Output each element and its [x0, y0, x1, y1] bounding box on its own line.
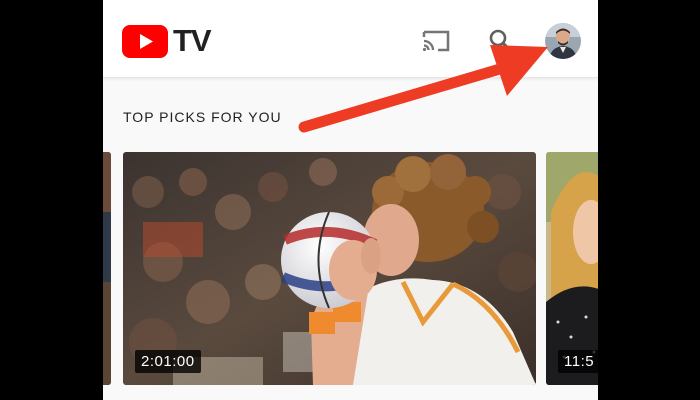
app-bar: TV: [103, 0, 598, 78]
video-duration: 2:01:00: [135, 350, 201, 373]
search-button[interactable]: [488, 28, 514, 54]
youtube-tv-screen: TV TOP PICKS FOR YOU 2:01:00 11:5: [103, 0, 598, 400]
video-duration: 11:5: [558, 350, 598, 373]
logo-text: TV: [173, 23, 212, 58]
youtube-play-icon: [122, 24, 168, 58]
video-card-next[interactable]: 11:5: [546, 152, 598, 385]
search-icon: [488, 29, 514, 58]
video-card-previous[interactable]: [103, 152, 111, 385]
cast-icon: [420, 30, 452, 58]
shelf-title: TOP PICKS FOR YOU: [123, 109, 282, 125]
youtube-tv-logo[interactable]: TV: [122, 23, 212, 58]
user-avatar[interactable]: [545, 23, 581, 59]
top-picks-shelf: 2:01:00 11:5: [103, 152, 598, 387]
cast-button[interactable]: [420, 28, 452, 54]
video-card[interactable]: 2:01:00: [123, 152, 536, 385]
